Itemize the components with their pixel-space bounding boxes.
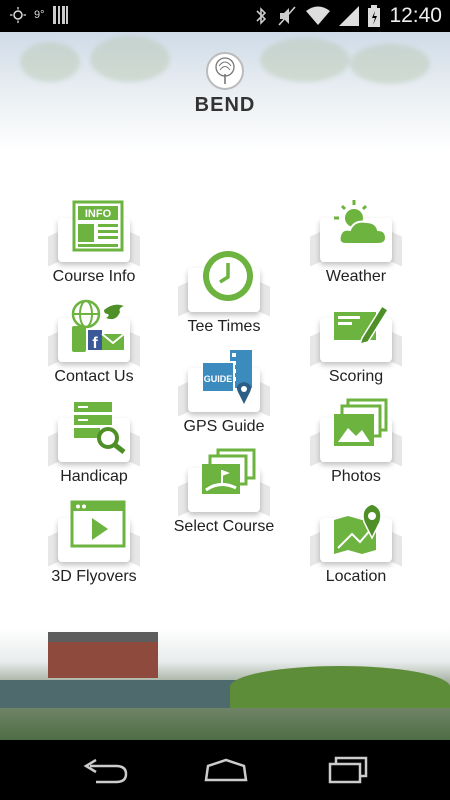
scoring-button[interactable]: Scoring [296, 304, 416, 392]
fairway-image [230, 666, 450, 708]
battery-icon [368, 5, 381, 27]
navigation-bar [0, 740, 450, 800]
cloud-sun-icon [334, 200, 388, 245]
bluetooth-icon [256, 7, 267, 25]
barcode-icon [52, 6, 68, 24]
select-course-button[interactable]: Select Course [164, 448, 284, 542]
social-contact-icon: f [71, 299, 125, 352]
contact-us-label: Contact Us [54, 368, 134, 385]
scorecard-pencil-icon [334, 304, 388, 346]
gps-guide-icon: GUIDE [201, 350, 252, 404]
course-info-button[interactable]: INFO Course Info [34, 200, 154, 292]
tee-times-button[interactable]: Tee Times [164, 251, 284, 342]
clock-icon [203, 251, 253, 301]
clock: 12:40 [389, 4, 442, 27]
header-background [0, 32, 450, 152]
club-logo [206, 52, 244, 90]
photos-label: Photos [331, 468, 381, 485]
photos-icon [334, 398, 388, 446]
temperature-text: 9° [34, 9, 45, 21]
recents-icon[interactable] [320, 754, 380, 786]
info-icon-text: INFO [85, 208, 112, 220]
photos-button[interactable]: Photos [296, 398, 416, 492]
map-pin-icon [334, 503, 382, 554]
gps-guide-button[interactable]: GUIDE GPS Guide [164, 350, 284, 442]
handicap-button[interactable]: Handicap [34, 402, 154, 492]
handicap-label: Handicap [60, 468, 128, 485]
location-label: Location [325, 568, 387, 585]
clubhouse-image [48, 632, 158, 678]
server-search-icon [74, 402, 126, 454]
3d-flyovers-label: 3D Flyovers [51, 568, 137, 585]
location-button[interactable]: Location [296, 503, 416, 592]
brand-title: BEND [194, 94, 256, 116]
home-icon[interactable] [196, 754, 256, 786]
tee-times-label: Tee Times [187, 318, 261, 335]
video-play-icon [70, 500, 126, 548]
scoring-label: Scoring [328, 368, 384, 385]
select-course-label: Select Course [173, 518, 275, 535]
guide-icon-text: GUIDE [204, 374, 233, 384]
contact-us-button[interactable]: f Contact Us [34, 299, 154, 392]
weather-button[interactable]: Weather [296, 200, 416, 292]
weather-label: Weather [325, 268, 387, 285]
gps-guide-label: GPS Guide [183, 418, 265, 435]
newspaper-icon: INFO [72, 200, 124, 252]
svg-text:f: f [92, 335, 98, 352]
back-icon[interactable] [76, 754, 136, 786]
course-select-icon [202, 448, 256, 494]
course-info-label: Course Info [52, 268, 136, 285]
status-bar: 9° 12:40 [0, 0, 450, 32]
signal-icon [339, 6, 360, 26]
mute-icon [278, 6, 297, 26]
weather-sun-icon [10, 7, 26, 23]
wifi-icon [306, 6, 331, 25]
tree-logo-icon [215, 57, 235, 84]
pond-image [0, 680, 240, 708]
3d-flyovers-button[interactable]: 3D Flyovers [34, 500, 154, 592]
